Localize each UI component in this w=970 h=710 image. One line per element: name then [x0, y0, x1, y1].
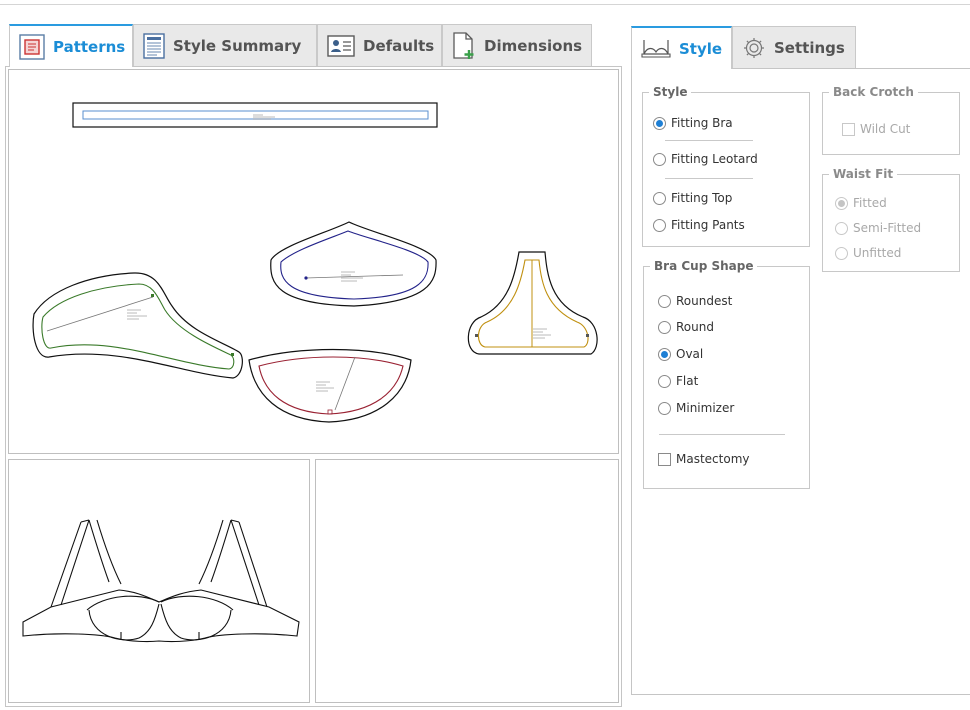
radio-button[interactable] [658, 374, 671, 388]
tab-style-summary[interactable]: Style Summary [133, 24, 317, 66]
group-legend: Bra Cup Shape [654, 259, 754, 273]
option-label: Fitting Leotard [671, 152, 758, 166]
tab-label: Defaults [363, 36, 435, 55]
secondary-preview-pane [315, 459, 619, 703]
option-label: Unfitted [853, 246, 902, 260]
side-panel-pattern-piece[interactable] [32, 272, 243, 379]
user-card-icon [327, 34, 355, 57]
style-option-fitting-leotard[interactable]: Fitting Leotard [653, 152, 758, 166]
center-gore-pattern-piece[interactable] [467, 251, 598, 355]
tab-dimensions[interactable]: Dimensions [442, 24, 592, 66]
waist-fit-group: Waist Fit Fitted Semi-Fitted Unfitted [822, 167, 960, 272]
checkbox-label: Wild Cut [860, 122, 911, 136]
back-crotch-group: Back Crotch Wild Cut [822, 85, 960, 155]
option-label: Fitting Pants [671, 218, 745, 232]
tab-settings[interactable]: Settings [732, 26, 856, 68]
garment-sketch-preview [8, 459, 310, 703]
tab-label: Patterns [53, 37, 126, 56]
wild-cut-checkbox[interactable]: Wild Cut [842, 122, 910, 136]
waist-option-fitted[interactable]: Fitted [835, 196, 887, 210]
checkbox-label: Mastectomy [676, 452, 750, 466]
option-label: Roundest [676, 294, 733, 308]
radio-button[interactable] [658, 320, 671, 334]
option-label: Semi-Fitted [853, 221, 922, 235]
waist-option-semi-fitted[interactable]: Semi-Fitted [835, 221, 921, 235]
pattern-layout-canvas[interactable] [8, 69, 619, 454]
option-divider [665, 178, 753, 179]
style-option-fitting-bra[interactable]: Fitting Bra [653, 116, 733, 130]
radio-button[interactable] [835, 246, 848, 260]
tab-label: Dimensions [484, 36, 583, 55]
cup-bottom-pattern-piece[interactable] [248, 348, 412, 423]
mastectomy-checkbox[interactable]: Mastectomy [658, 452, 749, 466]
cup-option-oval[interactable]: Oval [658, 347, 703, 361]
option-label: Minimizer [676, 401, 735, 415]
checkbox[interactable] [658, 452, 671, 466]
option-label: Fitting Top [671, 191, 733, 205]
cup-option-flat[interactable]: Flat [658, 374, 698, 388]
radio-button[interactable] [658, 294, 671, 308]
option-label: Oval [676, 347, 704, 361]
style-group: Style Fitting Bra Fitting Leotard Fittin… [642, 85, 810, 247]
bra-icon [641, 39, 671, 58]
tab-label: Settings [774, 38, 845, 57]
group-legend: Waist Fit [833, 167, 894, 181]
cup-top-pattern-piece[interactable] [270, 221, 437, 307]
add-page-icon [453, 31, 474, 59]
tab-patterns[interactable]: Patterns [9, 24, 133, 67]
radio-button[interactable] [835, 196, 848, 210]
cup-option-round[interactable]: Round [658, 320, 714, 334]
tab-defaults[interactable]: Defaults [317, 24, 442, 66]
radio-button[interactable] [653, 218, 666, 232]
option-divider [659, 434, 785, 435]
bra-sketch [22, 519, 300, 643]
option-label: Flat [676, 374, 699, 388]
option-label: Fitted [853, 196, 887, 210]
radio-button[interactable] [658, 401, 671, 415]
radio-button[interactable] [653, 191, 666, 205]
style-option-fitting-top[interactable]: Fitting Top [653, 191, 732, 205]
radio-button[interactable] [658, 347, 671, 361]
group-legend: Style [653, 85, 688, 99]
option-divider [665, 140, 753, 141]
tab-label: Style Summary [173, 36, 302, 55]
document-icon [143, 32, 165, 59]
cup-option-roundest[interactable]: Roundest [658, 294, 732, 308]
patterns-panel [5, 66, 622, 707]
option-label: Round [676, 320, 714, 334]
patterns-icon [19, 33, 45, 60]
radio-button[interactable] [835, 221, 848, 235]
radio-button[interactable] [653, 152, 666, 166]
radio-button[interactable] [653, 116, 666, 130]
cup-option-minimizer[interactable]: Minimizer [658, 401, 734, 415]
option-label: Fitting Bra [671, 116, 733, 130]
top-divider [0, 4, 970, 5]
style-option-fitting-pants[interactable]: Fitting Pants [653, 218, 745, 232]
gear-icon [744, 37, 764, 58]
tab-label: Style [679, 39, 723, 58]
checkbox[interactable] [842, 122, 855, 136]
bra-cup-shape-group: Bra Cup Shape Roundest Round Oval Flat M… [643, 259, 810, 489]
waist-option-unfitted[interactable]: Unfitted [835, 246, 901, 260]
style-settings-panel: Style Fitting Bra Fitting Leotard Fittin… [631, 68, 970, 695]
band-pattern-piece[interactable] [72, 102, 438, 128]
tab-style[interactable]: Style [631, 26, 732, 69]
group-legend: Back Crotch [833, 85, 914, 99]
